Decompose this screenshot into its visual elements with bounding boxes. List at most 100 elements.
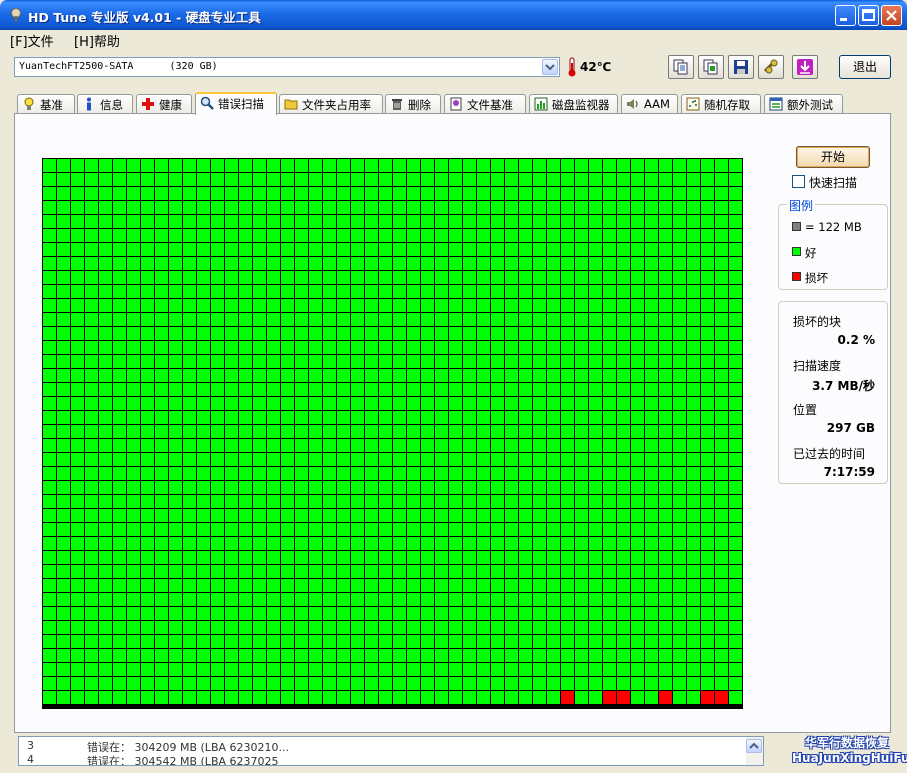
good-block <box>519 467 533 481</box>
tab-aam[interactable]: AAM <box>621 94 678 114</box>
good-block <box>449 621 463 635</box>
good-block <box>183 187 197 201</box>
error-log-list[interactable]: 3 错误在： 304209 MB (LBA 6230210... 4 错误在： … <box>18 736 764 766</box>
minimize-button[interactable] <box>835 5 856 26</box>
tab-extra-tests[interactable]: 额外测试 <box>764 94 843 114</box>
tab-random-access[interactable]: 随机存取 <box>681 94 761 114</box>
good-block <box>491 341 505 355</box>
good-block <box>561 551 575 565</box>
download-button[interactable] <box>792 55 818 79</box>
good-block <box>281 663 295 677</box>
tab-file-benchmark[interactable]: 文件基准 <box>444 94 526 114</box>
good-block <box>85 299 99 313</box>
scroll-up-button[interactable] <box>746 739 762 753</box>
good-block <box>57 453 71 467</box>
good-block <box>589 677 603 691</box>
good-block <box>183 523 197 537</box>
exit-button[interactable]: 退出 <box>839 55 891 79</box>
drive-dropdown-button[interactable] <box>542 59 558 75</box>
good-block <box>449 509 463 523</box>
good-block <box>197 271 211 285</box>
good-block <box>589 159 603 173</box>
close-button[interactable] <box>881 5 902 26</box>
options-button[interactable] <box>758 55 784 79</box>
quick-scan-checkbox[interactable] <box>792 175 805 188</box>
good-block <box>253 467 267 481</box>
good-block <box>687 677 701 691</box>
good-block <box>351 215 365 229</box>
maximize-button[interactable] <box>858 5 879 26</box>
start-button[interactable]: 开始 <box>796 146 870 168</box>
good-block <box>435 341 449 355</box>
good-block <box>43 383 57 397</box>
tab-erase[interactable]: 删除 <box>385 94 441 114</box>
good-block <box>519 607 533 621</box>
good-block <box>491 579 505 593</box>
good-block <box>575 579 589 593</box>
good-block <box>85 495 99 509</box>
good-block <box>295 495 309 509</box>
good-block <box>281 187 295 201</box>
good-block <box>169 467 183 481</box>
good-block <box>435 509 449 523</box>
good-block <box>435 355 449 369</box>
copy-screenshot-icon <box>703 59 718 75</box>
good-block <box>477 355 491 369</box>
good-block <box>463 481 477 495</box>
good-block <box>421 663 435 677</box>
good-block <box>225 551 239 565</box>
good-block <box>197 341 211 355</box>
good-block <box>211 565 225 579</box>
good-block <box>631 467 645 481</box>
tab-health[interactable]: 健康 <box>136 94 192 114</box>
good-block <box>169 439 183 453</box>
tab-benchmark[interactable]: 基准 <box>17 94 75 114</box>
good-block <box>519 285 533 299</box>
good-block <box>267 341 281 355</box>
tab-info[interactable]: 信息 <box>77 94 133 114</box>
good-block <box>407 173 421 187</box>
good-block <box>323 495 337 509</box>
good-block <box>267 159 281 173</box>
log-scrollbar[interactable] <box>746 737 763 765</box>
drive-select[interactable]: YuanTechFT2500-SATA (320 GB) <box>14 57 560 77</box>
save-button[interactable] <box>728 55 754 79</box>
good-block <box>673 635 687 649</box>
good-block <box>85 593 99 607</box>
good-block <box>729 257 743 271</box>
tab-error-scan[interactable]: 错误扫描 <box>195 92 277 115</box>
tab-folder-usage[interactable]: 文件夹占用率 <box>279 94 383 114</box>
good-block <box>589 215 603 229</box>
good-block <box>337 383 351 397</box>
good-block <box>113 271 127 285</box>
good-block <box>435 565 449 579</box>
good-block <box>99 635 113 649</box>
good-block <box>435 257 449 271</box>
good-block <box>183 453 197 467</box>
good-block <box>491 593 505 607</box>
good-block <box>603 677 617 691</box>
good-block <box>533 691 547 705</box>
folder-icon <box>284 99 298 110</box>
good-block <box>435 229 449 243</box>
menu-file[interactable]: [F]文件 <box>10 31 54 50</box>
good-block <box>239 187 253 201</box>
copy-screenshot-button[interactable] <box>698 55 724 79</box>
good-block <box>393 299 407 313</box>
good-block <box>43 299 57 313</box>
good-block <box>309 481 323 495</box>
good-block <box>141 523 155 537</box>
good-block <box>71 313 85 327</box>
good-block <box>715 495 729 509</box>
good-block <box>617 509 631 523</box>
good-block <box>379 537 393 551</box>
good-block <box>43 635 57 649</box>
copy-text-button[interactable] <box>668 55 694 79</box>
good-block <box>589 173 603 187</box>
chevron-down-icon <box>545 64 555 71</box>
tab-disk-monitor[interactable]: 磁盘监视器 <box>529 94 618 114</box>
good-block <box>183 635 197 649</box>
menu-help[interactable]: [H]帮助 <box>74 31 120 50</box>
good-block <box>477 467 491 481</box>
good-block <box>519 383 533 397</box>
